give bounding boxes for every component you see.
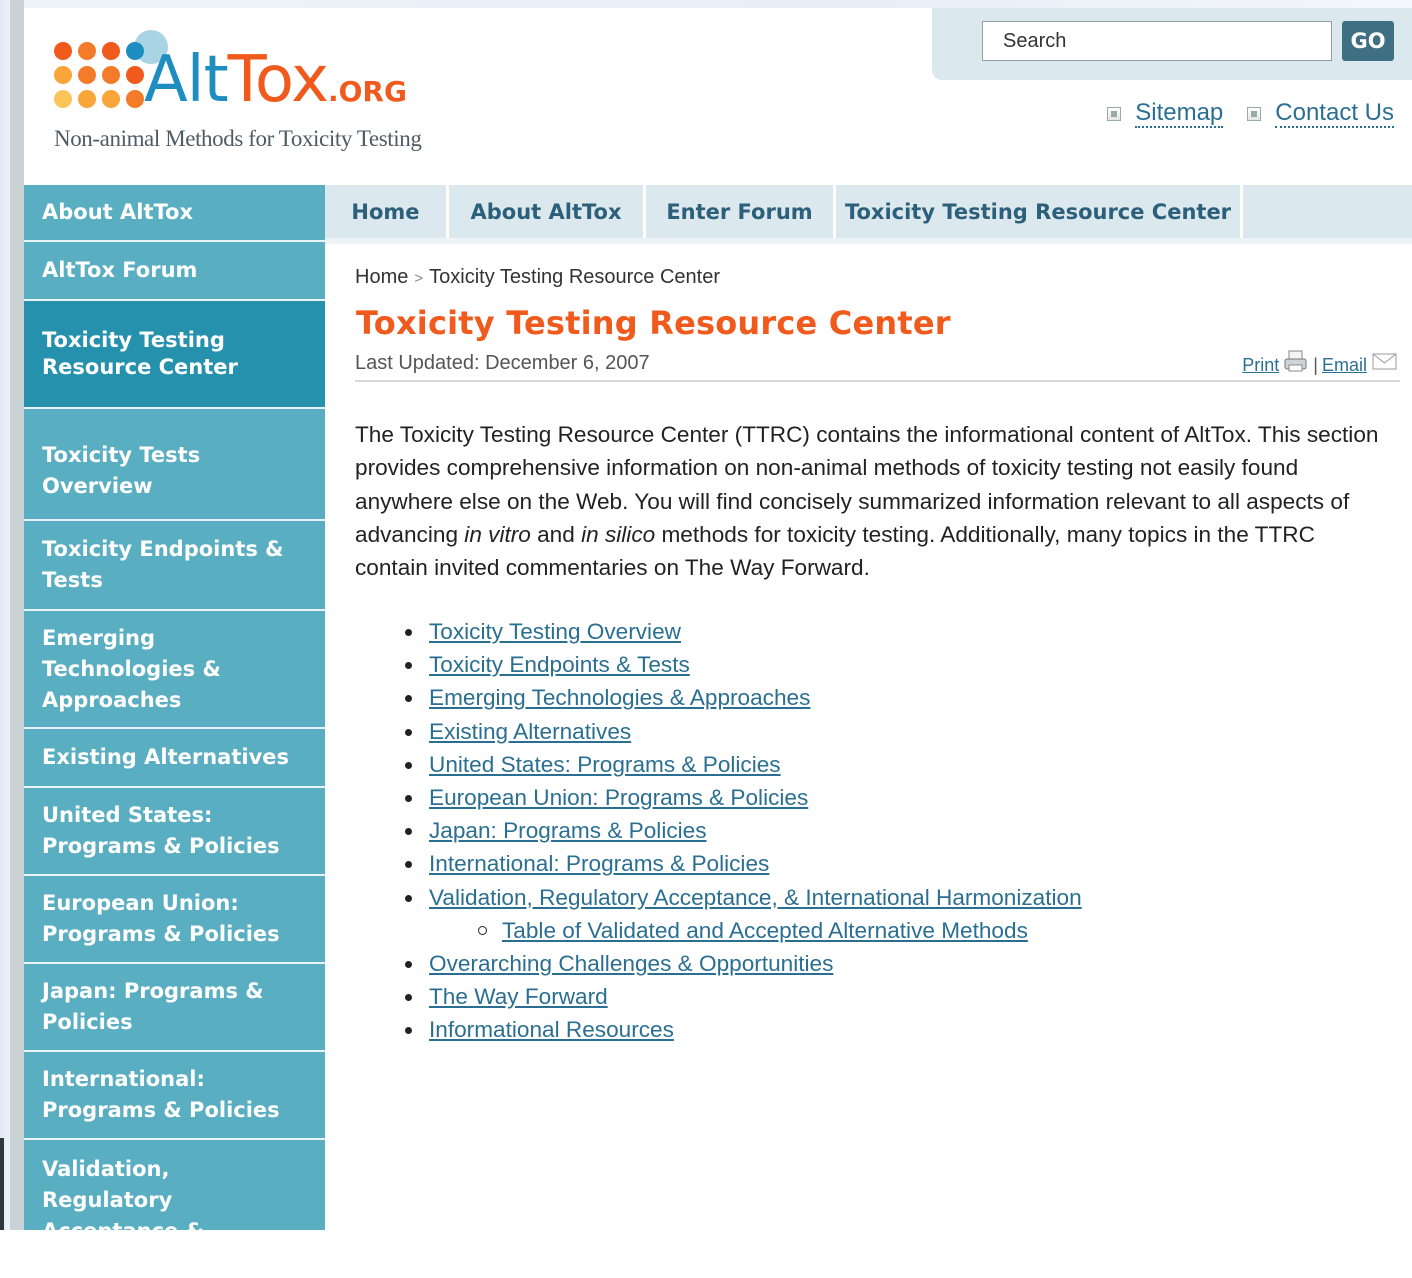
link-informational-resources[interactable]: Informational Resources <box>429 1017 674 1042</box>
link-validation[interactable]: Validation, Regulatory Acceptance, & Int… <box>429 885 1082 910</box>
link-toxicity-testing-overview[interactable]: Toxicity Testing Overview <box>429 619 681 644</box>
site-header: AltTox.ORG Non-animal Methods for Toxici… <box>24 8 1412 185</box>
site-tagline: Non-animal Methods for Toxicity Testing <box>54 126 422 151</box>
list-item: Validation, Regulatory Acceptance, & Int… <box>405 881 1082 914</box>
sidebar-item-united-states[interactable]: United States: Programs & Policies <box>24 788 325 876</box>
sitemap-link[interactable]: Sitemap <box>1107 99 1224 129</box>
sidebar-item-label: Japan: Programs & Policies <box>42 979 264 1034</box>
search-input[interactable] <box>982 21 1332 61</box>
sidebar-nav: About AltTox AltTox Forum Toxicity Testi… <box>24 185 325 1274</box>
envelope-icon[interactable] <box>1372 352 1398 372</box>
site-logo[interactable]: AltTox.ORG <box>144 48 407 112</box>
link-emerging-technologies[interactable]: Emerging Technologies & Approaches <box>429 685 810 710</box>
last-updated: Last Updated: December 6, 2007 <box>355 352 650 374</box>
sidebar-item-label: United States: Programs & Policies <box>42 803 280 858</box>
link-overarching-challenges[interactable]: Overarching Challenges & Opportunities <box>429 951 833 976</box>
tab-label: Enter Forum <box>666 199 813 224</box>
list-item: Japan: Programs & Policies <box>405 814 1082 847</box>
sidebar-item-european-union[interactable]: European Union: Programs & Policies <box>24 876 325 964</box>
sidebar-item-toxicity-testing-resource-center[interactable]: Toxicity Testing Resource Center <box>24 301 325 409</box>
sitemap-link-label: Sitemap <box>1135 99 1224 129</box>
sidebar-item-label: European Union: Programs & Policies <box>42 891 280 946</box>
link-international[interactable]: International: Programs & Policies <box>429 851 769 876</box>
sidebar-item-international[interactable]: International: Programs & Policies <box>24 1052 325 1140</box>
left-frame-strip <box>10 0 24 1230</box>
link-toxicity-endpoints[interactable]: Toxicity Endpoints & Tests <box>429 652 690 677</box>
list-item: International: Programs & Policies <box>405 847 1082 880</box>
printer-icon[interactable] <box>1283 350 1309 374</box>
tab-home[interactable]: Home <box>325 185 449 238</box>
print-link[interactable]: Print <box>1242 355 1279 376</box>
page-background <box>0 0 10 1230</box>
title-divider <box>355 380 1400 382</box>
intro-text: and <box>530 521 582 547</box>
link-existing-alternatives[interactable]: Existing Alternatives <box>429 719 631 744</box>
top-nav: Home About AltTox Enter Forum Toxicity T… <box>325 185 1412 244</box>
list-item: The Way Forward <box>405 980 1082 1013</box>
search-panel: GO <box>932 8 1412 80</box>
bullet-square-icon <box>1247 107 1262 122</box>
tab-enter-forum[interactable]: Enter Forum <box>646 185 836 238</box>
link-united-states[interactable]: United States: Programs & Policies <box>429 752 781 777</box>
email-link[interactable]: Email <box>1322 355 1367 376</box>
list-item: Emerging Technologies & Approaches <box>405 681 1082 714</box>
tab-label: About AltTox <box>470 199 622 224</box>
link-table-validated-methods[interactable]: Table of Validated and Accepted Alternat… <box>502 918 1028 943</box>
sidebar-item-alttox-forum[interactable]: AltTox Forum <box>24 242 325 301</box>
list-item: Existing Alternatives <box>405 715 1082 748</box>
print-email-links: Print | Email <box>1242 350 1398 380</box>
list-item: Toxicity Endpoints & Tests <box>405 648 1082 681</box>
utility-links: Sitemap Contact Us <box>1107 99 1394 129</box>
contact-us-link[interactable]: Contact Us <box>1247 99 1394 129</box>
contact-us-link-label: Contact Us <box>1275 99 1394 129</box>
sidebar-item-existing-alternatives[interactable]: Existing Alternatives <box>24 729 325 788</box>
sidebar-item-label: AltTox Forum <box>42 258 198 282</box>
breadcrumb: Home > Toxicity Testing Resource Center <box>355 266 720 289</box>
intro-in-silico: in silico <box>581 521 656 547</box>
list-item: European Union: Programs & Policies <box>405 781 1082 814</box>
breadcrumb-home[interactable]: Home <box>355 266 408 288</box>
sidebar-item-toxicity-endpoints[interactable]: Toxicity Endpoints & Tests <box>24 521 325 611</box>
sidebar-item-label: Toxicity Testing Resource Center <box>42 328 238 379</box>
sidebar-item-validation[interactable]: Validation, Regulatory Acceptance & Inte… <box>24 1140 325 1274</box>
tab-label: Home <box>351 199 420 224</box>
list-item: Toxicity Testing Overview <box>405 615 1082 648</box>
logo-tox-text: Tox <box>227 43 329 117</box>
resource-links-list: Toxicity Testing Overview Toxicity Endpo… <box>405 615 1082 1047</box>
logo-org-text: .ORG <box>327 75 407 108</box>
sidebar-item-label: Validation, Regulatory Acceptance & Inte… <box>42 1157 204 1274</box>
tab-about-alttox[interactable]: About AltTox <box>449 185 646 238</box>
list-item: Overarching Challenges & Opportunities <box>405 947 1082 980</box>
list-item: Informational Resources <box>405 1013 1082 1046</box>
sidebar-item-emerging-technologies[interactable]: Emerging Technologies & Approaches <box>24 611 325 729</box>
tab-label: Toxicity Testing Resource Center <box>844 199 1232 224</box>
intro-paragraph: The Toxicity Testing Resource Center (TT… <box>355 418 1385 584</box>
sidebar-item-japan[interactable]: Japan: Programs & Policies <box>24 964 325 1052</box>
intro-in-vitro: in vitro <box>464 521 531 547</box>
link-european-union[interactable]: European Union: Programs & Policies <box>429 785 808 810</box>
sidebar-item-label: About AltTox <box>42 200 194 224</box>
link-divider: | <box>1313 354 1318 375</box>
window-edge <box>0 1138 4 1230</box>
tab-toxicity-testing-resource-center[interactable]: Toxicity Testing Resource Center <box>836 185 1243 238</box>
go-button[interactable]: GO <box>1342 21 1394 61</box>
sidebar-item-label: International: Programs & Policies <box>42 1067 280 1122</box>
list-item: Table of Validated and Accepted Alternat… <box>405 914 1082 947</box>
bullet-square-icon <box>1107 107 1122 122</box>
sidebar-item-toxicity-tests-overview[interactable]: Toxicity Tests Overview <box>24 423 325 521</box>
sidebar-item-label: Existing Alternatives <box>42 745 289 769</box>
logo-alt-text: Alt <box>144 43 229 117</box>
sidebar-item-about-alttox[interactable]: About AltTox <box>24 185 325 242</box>
list-item: United States: Programs & Policies <box>405 748 1082 781</box>
page-title: Toxicity Testing Resource Center <box>356 304 951 342</box>
breadcrumb-current: Toxicity Testing Resource Center <box>429 266 720 288</box>
sidebar-item-label: Emerging Technologies & Approaches <box>42 625 221 712</box>
sidebar-item-label: Toxicity Endpoints & Tests <box>42 537 284 592</box>
link-way-forward[interactable]: The Way Forward <box>429 984 608 1009</box>
link-japan[interactable]: Japan: Programs & Policies <box>429 818 707 843</box>
breadcrumb-separator: > <box>414 270 424 287</box>
sidebar-item-label: Toxicity Tests Overview <box>42 443 201 498</box>
top-background <box>24 0 1412 8</box>
